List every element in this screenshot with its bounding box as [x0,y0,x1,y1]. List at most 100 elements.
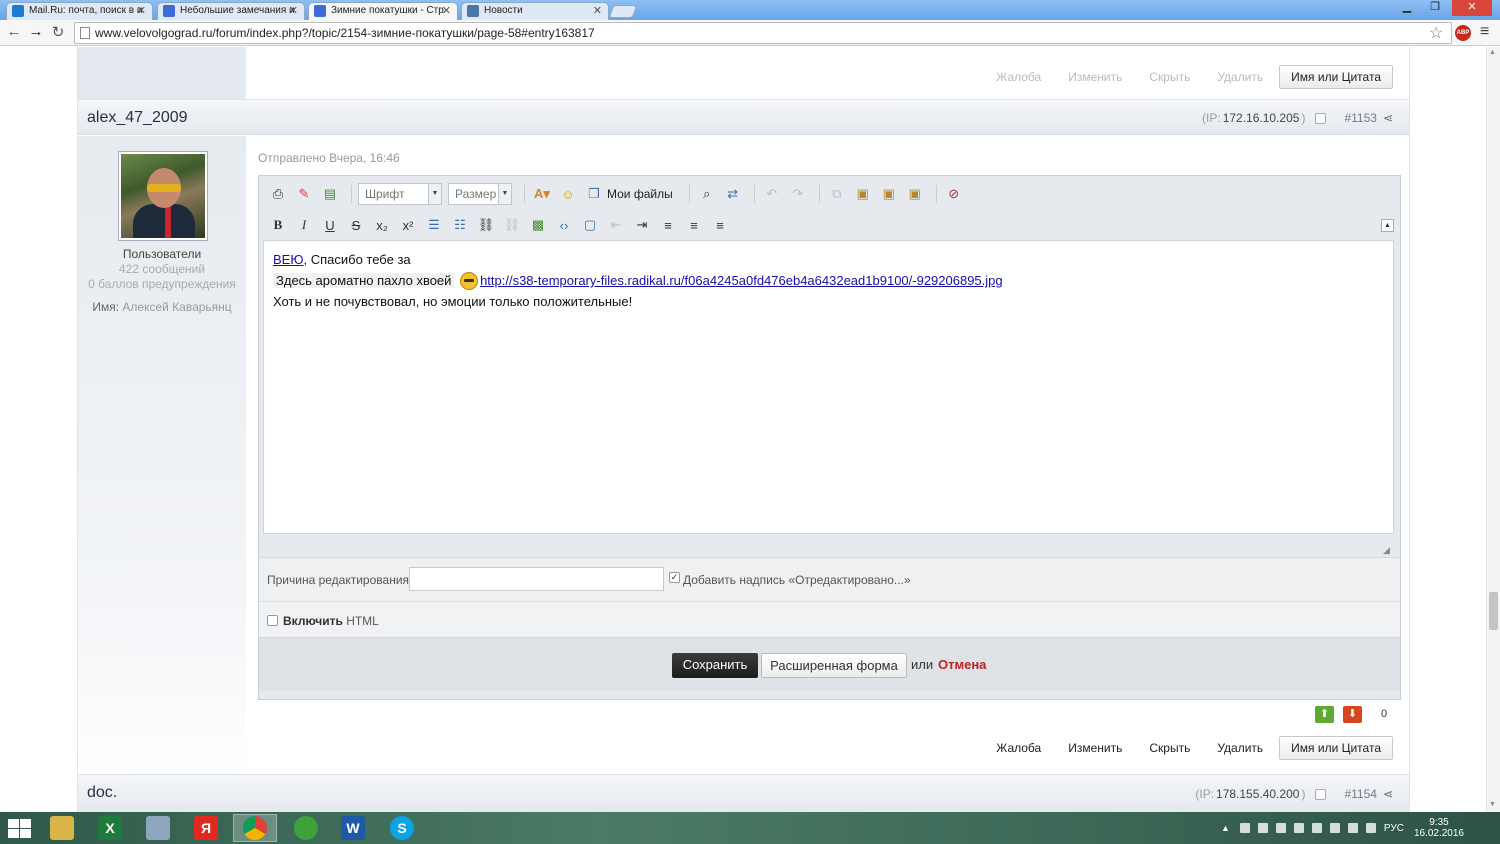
full-form-button[interactable]: Расширенная форма [761,653,907,678]
report-link[interactable]: Жалоба [996,737,1041,759]
taskbar-word[interactable]: W [331,814,375,842]
numbered-list-icon[interactable]: ☷ [449,214,471,236]
adblock-icon[interactable]: ABP [1455,25,1471,41]
edit-link[interactable]: Изменить [1068,66,1122,88]
quote-button[interactable]: Имя или Цитата [1279,65,1393,89]
cancel-link[interactable]: Отмена [938,657,986,672]
start-button[interactable] [6,817,32,839]
flag-icon[interactable] [1257,823,1268,833]
code-icon[interactable]: ‹› [553,214,575,236]
power-icon[interactable] [1365,823,1376,833]
paste-text-icon[interactable]: ▣ [878,183,900,205]
share-icon[interactable]: ⋖ [1383,787,1393,801]
quote-icon[interactable]: ▢ [579,214,601,236]
subscript-icon[interactable]: x₂ [371,214,393,236]
post-number-link[interactable]: #1154 [1344,787,1376,801]
taskbar-excel[interactable]: X [88,814,132,842]
reload-icon[interactable]: ↻ [48,23,68,41]
minimize-button[interactable]: ▁ [1394,0,1420,16]
mention-link[interactable]: ВЕЮ [273,252,303,267]
url-bar[interactable]: www.velovolgograd.ru/forum/index.php?/to… [74,22,1452,44]
italic-icon[interactable]: I [293,214,315,236]
ip-address[interactable]: 172.16.10.205 [1223,111,1300,125]
taskbar-chrome[interactable] [233,814,277,842]
size-select[interactable]: Размер ▼ [448,183,512,205]
chrome-menu-icon[interactable]: ≡ [1480,23,1489,41]
edit-link[interactable]: Изменить [1068,737,1122,759]
undo-icon[interactable]: ↶ [761,183,783,205]
outdent-icon[interactable]: ⇤ [605,214,627,236]
enable-html-checkbox[interactable] [267,615,278,626]
scroll-up-arrow-icon[interactable]: ▲ [1489,49,1496,56]
collapse-toolbar-button[interactable]: ▲ [1381,219,1394,232]
link-icon[interactable]: ⛓ [475,214,497,236]
align-right-icon[interactable]: ≡ [709,214,731,236]
underline-icon[interactable]: U [319,214,341,236]
bullet-list-icon[interactable]: ☰ [423,214,445,236]
my-files-button[interactable]: ❐ Мои файлы [583,183,673,205]
tab-mailru[interactable]: Mail.Ru: почта, поиск в и ✕ [6,2,153,20]
redo-icon[interactable]: ↷ [787,183,809,205]
special-block-icon[interactable]: ▤ [319,183,341,205]
superscript-icon[interactable]: x² [397,214,419,236]
report-link[interactable]: Жалоба [996,66,1041,88]
tab-winter-rides[interactable]: Зимние покатушки - Стр ✕ [308,2,458,21]
copy-icon[interactable]: ⧉ [826,183,848,205]
eraser-icon[interactable]: ✎ [293,183,315,205]
strikethrough-icon[interactable]: S [345,214,367,236]
close-icon[interactable]: ✕ [289,3,298,19]
back-arrow-icon[interactable]: ← [4,23,24,40]
scroll-down-arrow-icon[interactable]: ▼ [1489,801,1496,808]
paste-word-icon[interactable]: ▣ [904,183,926,205]
tray-expand-icon[interactable]: ▲ [1221,823,1230,833]
quote-button[interactable]: Имя или Цитата [1279,736,1393,760]
bold-icon[interactable]: B [267,214,289,236]
post-number-link[interactable]: #1153 [1344,111,1376,125]
save-button[interactable]: Сохранить [672,653,758,678]
edit-reason-input[interactable] [409,567,664,591]
language-indicator[interactable]: РУС [1384,823,1404,834]
replace-icon[interactable]: ⇄ [722,183,744,205]
vote-down-arrow-icon[interactable]: ⬇ [1343,706,1362,723]
align-center-icon[interactable]: ≡ [683,214,705,236]
image-link[interactable]: http://s38-temporary-files.radikal.ru/f0… [480,273,1003,288]
font-select[interactable]: Шрифт ▼ [358,183,442,205]
hide-link[interactable]: Скрыть [1149,66,1190,88]
moderation-checkbox[interactable] [1315,112,1327,124]
find-icon[interactable]: ⌕ [696,183,718,205]
new-tab-button[interactable] [608,5,638,18]
page-scrollbar[interactable]: ▲ ▼ [1486,47,1500,812]
delete-link[interactable]: Удалить [1217,66,1263,88]
tab-remarks[interactable]: Небольшие замечания и ✕ [157,2,305,20]
taskbar-explorer[interactable] [40,814,84,842]
network-icon[interactable] [1311,823,1322,833]
source-icon[interactable]: ⎙ [267,183,289,205]
taskbar-calculator[interactable] [136,814,180,842]
bookmark-star-icon[interactable]: ☆ [1429,23,1443,43]
align-left-icon[interactable]: ≡ [657,214,679,236]
taskbar-skype[interactable]: S [380,814,424,842]
moderation-checkbox[interactable] [1315,788,1327,800]
cloud-icon[interactable] [1347,823,1358,833]
editor-textarea[interactable]: ВЕЮ, Спасибо тебе за Здесь ароматно пахл… [263,240,1394,534]
text-color-icon[interactable]: A▾ [531,183,553,205]
vote-up-arrow-icon[interactable]: ⬆ [1315,706,1334,723]
paste-icon[interactable]: ▣ [852,183,874,205]
close-icon[interactable]: ✕ [137,3,146,19]
indent-icon[interactable]: ⇥ [631,214,653,236]
taskbar-yandex[interactable]: Я [184,814,228,842]
hide-link[interactable]: Скрыть [1149,737,1190,759]
add-note-checkbox[interactable]: ✓ [669,572,680,583]
ip-address[interactable]: 178.155.40.200 [1216,787,1299,801]
volume-icon[interactable] [1329,823,1340,833]
avatar[interactable] [118,151,208,241]
resize-grip-icon[interactable]: ◢ [1383,545,1394,556]
display-icon[interactable] [1293,823,1304,833]
taskbar-download[interactable] [284,814,328,842]
device-icon[interactable] [1275,823,1286,833]
clock[interactable]: 9:35 16.02.2016 [1414,817,1464,839]
post-author-name[interactable]: alex_47_2009 [87,109,188,127]
restore-button[interactable]: ❐ [1422,0,1448,16]
forward-arrow-icon[interactable]: → [26,23,46,40]
unlink-icon[interactable]: ⛓ [501,214,523,236]
